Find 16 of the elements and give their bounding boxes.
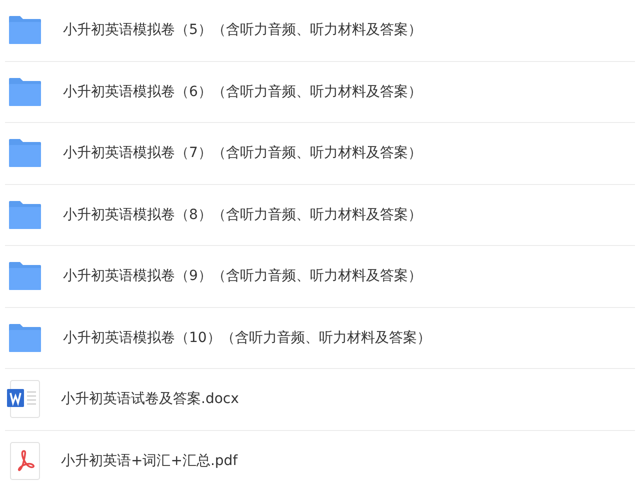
folder-icon [9, 200, 41, 229]
file-name[interactable]: 小升初英语模拟卷（6）（含听力音频、听力材料及答案） [63, 82, 422, 101]
folder-icon [9, 78, 41, 106]
folder-icon [9, 16, 41, 44]
file-name[interactable]: 小升初英语模拟卷（10）（含听力音频、听力材料及答案） [63, 328, 431, 347]
file-name[interactable]: 小升初英语模拟卷（9）（含听力音频、听力材料及答案） [63, 267, 422, 286]
file-name[interactable]: 小升初英语+词汇+汇总.pdf [61, 452, 238, 470]
word-document-icon [7, 380, 41, 418]
file-name[interactable]: 小升初英语试卷及答案.docx [61, 390, 239, 408]
folder-icon [9, 262, 41, 290]
folder-icon [9, 324, 41, 352]
folder-icon [9, 139, 41, 168]
file-name[interactable]: 小升初英语模拟卷（8）（含听力音频、听力材料及答案） [63, 206, 422, 224]
pdf-document-icon [7, 442, 41, 480]
file-name[interactable]: 小升初英语模拟卷（7）（含听力音频、听力材料及答案） [63, 144, 422, 162]
file-name[interactable]: 小升初英语模拟卷（5）（含听力音频、听力材料及答案） [63, 21, 422, 40]
